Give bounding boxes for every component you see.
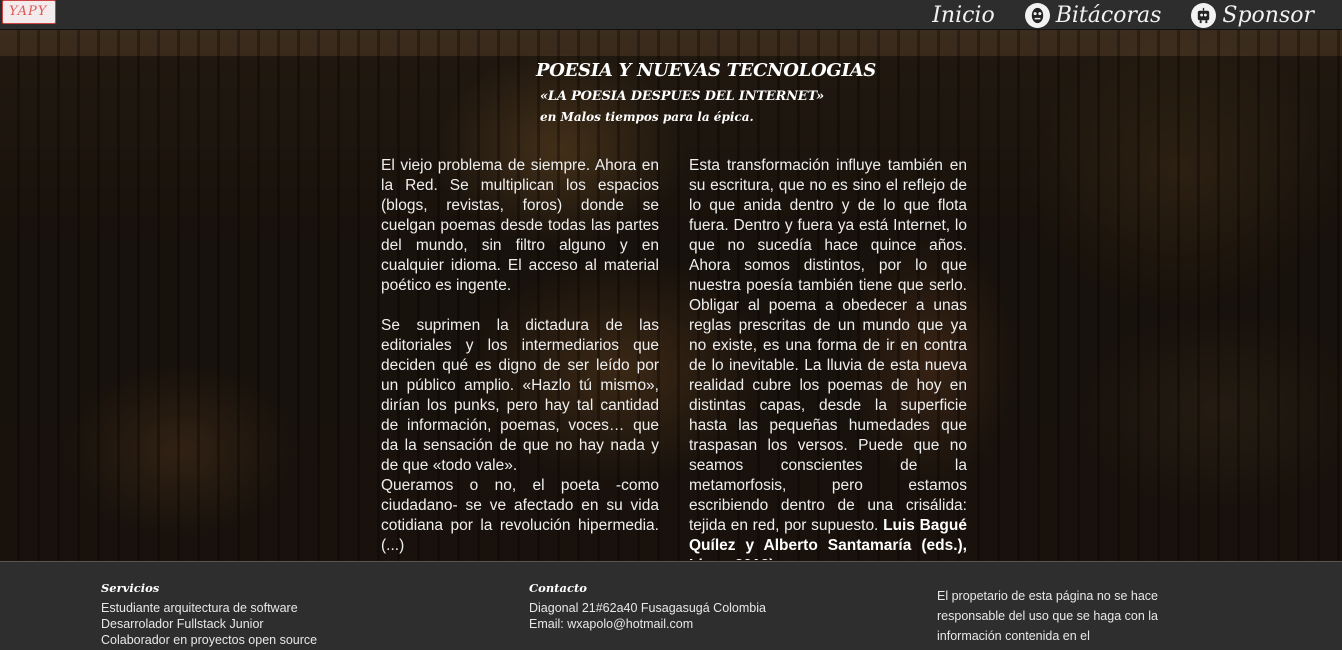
main-nav: Inicio Bitácoras Sponsor [932, 0, 1314, 30]
footer-service-item: Colaborador en proyectos open source [101, 633, 318, 647]
mask-icon [1024, 2, 1050, 28]
footer-contact: Contacto Diagonal 21#62a40 Fusagasugá Co… [529, 580, 766, 632]
nav-inicio-label: Inicio [932, 2, 995, 28]
top-navbar: YAPY Inicio Bitácoras Sponsor [0, 0, 1342, 30]
footer-services: Servicios Estudiante arquitectura de sof… [101, 580, 317, 648]
site-logo[interactable]: YAPY [2, 0, 56, 24]
content-shade [0, 56, 1342, 561]
paragraph: Esta transformación influye también en s… [689, 157, 967, 534]
nav-bitacoras-label: Bitácoras [1055, 2, 1162, 28]
article-source: en Malos tiempos para la épica. [540, 110, 754, 124]
nav-bitacoras[interactable]: Bitácoras [1024, 2, 1162, 28]
footer-contact-heading: Contacto [529, 581, 587, 595]
paragraph-with-credit: Esta transformación influye también en s… [689, 156, 967, 560]
footer-contact-email[interactable]: Email: wxapolo@hotmail.com [529, 616, 766, 632]
footer-service-item: Estudiante arquitectura de software [101, 601, 298, 615]
article-title: POESIA Y NUEVAS TECNOLOGIAS [536, 60, 876, 81]
footer-disclaimer: El propetario de esta página no se hace … [937, 589, 1158, 643]
logo-text: YAPY [9, 4, 48, 19]
article-column-right: Esta transformación influye también en s… [689, 156, 967, 560]
paragraph: Se suprimen la dictadura de las editoria… [381, 317, 659, 474]
site-footer: Servicios Estudiante arquitectura de sof… [0, 561, 1342, 650]
robot-icon [1191, 2, 1217, 28]
nav-sponsor[interactable]: Sponsor [1191, 2, 1314, 28]
footer-services-heading: Servicios [101, 581, 160, 595]
nav-sponsor-label: Sponsor [1222, 2, 1314, 28]
article-subtitle: «LA POESIA DESPUES DEL INTERNET» [540, 89, 824, 104]
paragraph: El viejo problema de siempre. Ahora en l… [381, 157, 659, 294]
footer-service-item: Desarrolador Fullstack Junior [101, 617, 264, 631]
paragraph: Queramos o no, el poeta -como ciudadano-… [381, 477, 659, 554]
footer-contact-address: Diagonal 21#62a40 Fusagasugá Colombia [529, 601, 766, 615]
nav-inicio[interactable]: Inicio [932, 3, 995, 28]
article-column-left: El viejo problema de siempre. Ahora en l… [381, 156, 659, 560]
